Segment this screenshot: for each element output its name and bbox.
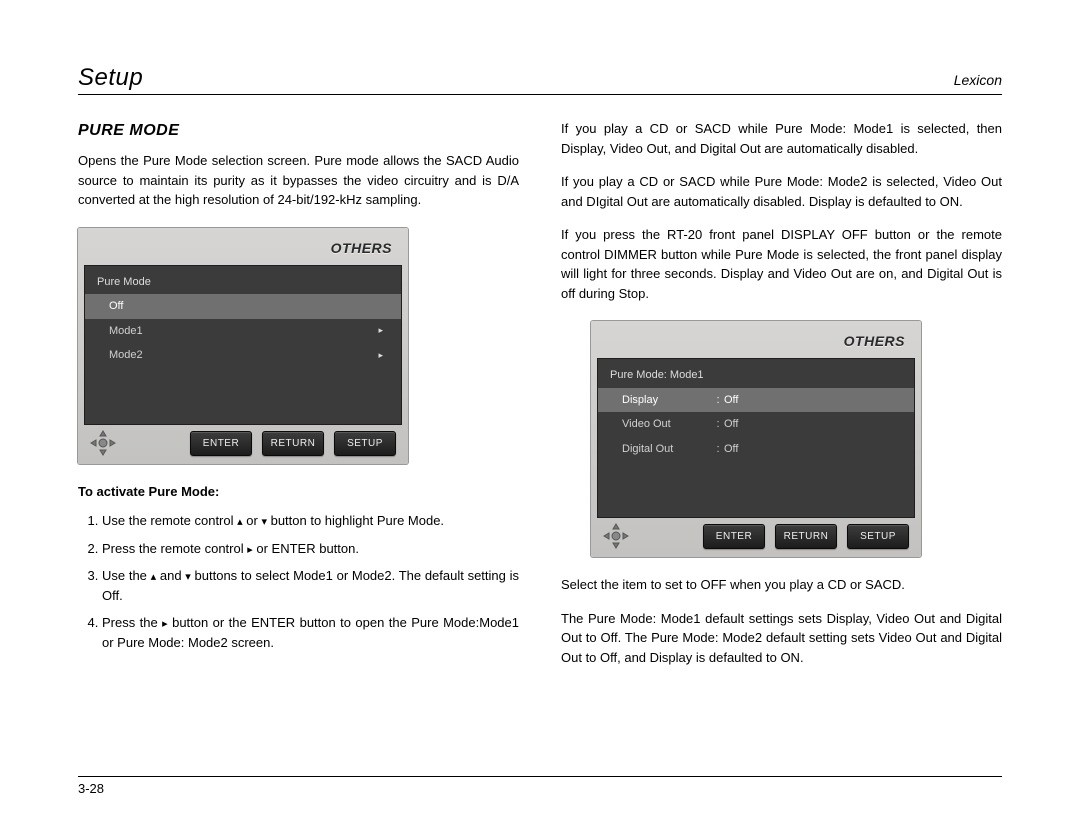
header-left: Setup: [78, 64, 143, 92]
osd-row-value: Off: [724, 441, 902, 458]
osd-button-setup: SETUP: [334, 431, 396, 456]
osd-button-enter: ENTER: [190, 431, 252, 456]
list-item: Press the ▸ button or the ENTER button t…: [102, 613, 519, 652]
dpad-icon: [603, 523, 629, 549]
chevron-right-icon: ▸: [378, 324, 383, 338]
paragraph: The Pure Mode: Mode1 default settings se…: [561, 609, 1002, 668]
osd-titlebar: OTHERS: [84, 234, 402, 265]
osd-row: Video Out : Off: [598, 412, 914, 437]
list-item: Use the ▴ and ▾ buttons to select Mode1 …: [102, 566, 519, 605]
osd-body: Pure Mode: Mode1 Display : Off Video Out…: [597, 358, 915, 518]
steps-list: Use the remote control ▴ or ▾ button to …: [78, 511, 519, 652]
activate-label: To activate Pure Mode:: [78, 482, 519, 502]
chevron-right-icon: ▸: [378, 349, 383, 363]
osd-row-value: Off: [724, 392, 902, 409]
osd-row: Digital Out : Off: [598, 437, 914, 462]
osd-titlebar: OTHERS: [597, 327, 915, 358]
osd-body: Pure Mode Off Mode1 ▸ Mode2 ▸: [84, 265, 402, 425]
osd-screenshot-b: OTHERS Pure Mode: Mode1 Display : Off Vi…: [591, 321, 921, 557]
paragraph: If you play a CD or SACD while Pure Mode…: [561, 119, 1002, 158]
paragraph: If you play a CD or SACD while Pure Mode…: [561, 172, 1002, 211]
intro-paragraph: Opens the Pure Mode selection screen. Pu…: [78, 151, 519, 210]
list-item: Press the remote control ▸ or ENTER butt…: [102, 539, 519, 559]
osd-button-return: RETURN: [775, 524, 837, 549]
paragraph: Select the item to set to OFF when you p…: [561, 575, 1002, 595]
osd-button-enter: ENTER: [703, 524, 765, 549]
osd-row: Mode2 ▸: [85, 343, 401, 368]
osd-menu-header: Pure Mode: Mode1: [598, 363, 914, 388]
osd-row-sep: :: [712, 416, 724, 433]
section-heading: PURE MODE: [78, 119, 519, 143]
osd-row-label: Mode2: [109, 347, 199, 364]
right-column: If you play a CD or SACD while Pure Mode…: [561, 119, 1002, 681]
osd-button-return: RETURN: [262, 431, 324, 456]
page-footer: 3-28: [78, 776, 1002, 796]
osd-row-value: Off: [724, 416, 902, 433]
osd-screenshot-a: OTHERS Pure Mode Off Mode1 ▸ Mode2 ▸: [78, 228, 408, 464]
osd-button-row: ENTER RETURN SETUP: [597, 518, 915, 551]
osd-row-label: Display: [622, 392, 712, 409]
osd-row: Off: [85, 294, 401, 319]
page-number: 3-28: [78, 781, 104, 796]
page-header: Setup Lexicon: [78, 64, 1002, 95]
header-right: Lexicon: [954, 72, 1002, 88]
dpad-icon: [90, 430, 116, 456]
osd-row-label: Digital Out: [622, 441, 712, 458]
list-item: Use the remote control ▴ or ▾ button to …: [102, 511, 519, 531]
osd-row-label: Off: [109, 298, 199, 315]
osd-row-sep: :: [712, 441, 724, 458]
osd-row: Display : Off: [598, 388, 914, 413]
osd-menu-header: Pure Mode: [85, 270, 401, 295]
paragraph: If you press the RT-20 front panel DISPL…: [561, 225, 1002, 303]
osd-button-row: ENTER RETURN SETUP: [84, 425, 402, 458]
osd-row-label: Mode1: [109, 323, 199, 340]
osd-button-setup: SETUP: [847, 524, 909, 549]
osd-row-label: Video Out: [622, 416, 712, 433]
osd-row: Mode1 ▸: [85, 319, 401, 344]
osd-row-sep: :: [712, 392, 724, 409]
left-column: PURE MODE Opens the Pure Mode selection …: [78, 119, 519, 681]
